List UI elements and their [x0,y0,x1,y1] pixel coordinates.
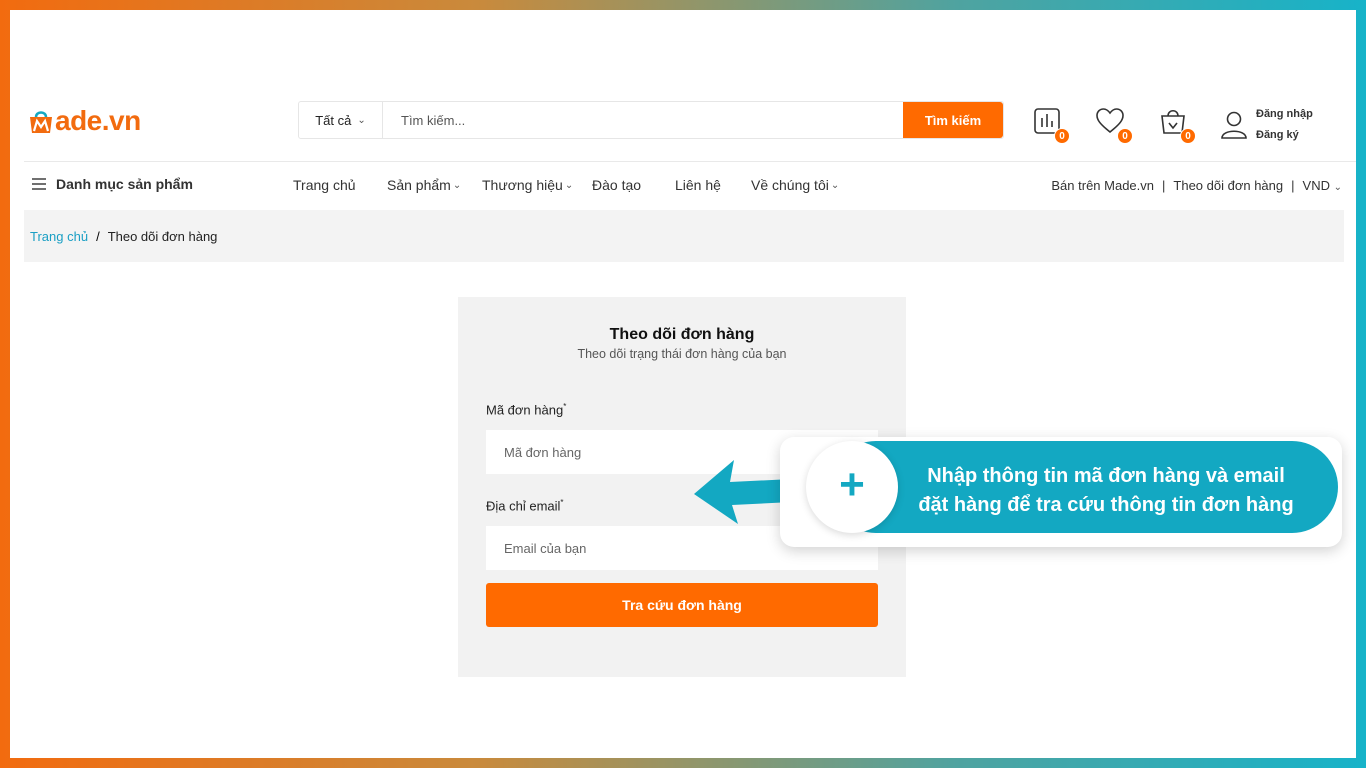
email-label: Địa chỉ email* [486,498,564,513]
search-bar: Tất cả ⌄ Tìm kiếm [298,101,1004,139]
nav-divider: | [1291,178,1295,193]
nav-item-label: Đào tạo [592,177,642,193]
callout-plus-badge: + [806,441,898,533]
form-subtitle: Theo dõi trạng thái đơn hàng của bạn [577,347,787,361]
callout-line-2: đặt hàng để tra cứu thông tin đơn hàng [918,494,1294,516]
account-links: Đăng nhập Đăng ký [1256,104,1313,146]
breadcrumb: Trang chủ / Theo dõi đơn hàng [24,210,1344,262]
breadcrumb-current: Theo dõi đơn hàng [107,228,218,244]
nav-item-brands[interactable]: Thương hiệu ⌄ [482,177,592,193]
nav-item-label: Trang chủ [293,177,356,193]
required-mark: * [563,402,567,411]
nav-item-contact[interactable]: Liên hệ [675,177,751,193]
site-logo[interactable]: ade .vn [28,105,141,136]
chevron-down-icon: ⌄ [357,114,366,126]
nav-item-label: Về chúng tôi [751,177,829,193]
nav-item-label: Liên hệ [675,177,721,193]
register-link[interactable]: Đăng ký [1256,125,1313,146]
category-menu-label: Danh mục sản phẩm [56,176,193,192]
breadcrumb-home-link[interactable]: Trang chủ [30,229,88,244]
header-divider [24,161,1356,162]
callout-line-1: Nhập thông tin mã đơn hàng và email [927,465,1285,487]
search-category-label: Tất cả [315,112,352,128]
search-button[interactable]: Tìm kiếm [903,102,1003,138]
account-menu[interactable]: Đăng nhập Đăng ký [1220,104,1313,146]
nav-item-label: Thương hiệu [482,177,563,193]
nav-item-home[interactable]: Trang chủ [293,177,387,193]
chevron-down-icon: ⌄ [564,179,574,191]
page: ade.vn Tất cả ⌄ Tìm kiếm 0 0 0 [10,10,1356,758]
order-id-label: Mã đơn hàng* [486,402,566,417]
search-category-select[interactable]: Tất cả ⌄ [299,102,383,138]
nav-items: Trang chủ Sản phẩm ⌄ Thương hiệu ⌄ Đào tạo… [293,177,839,193]
nav-item-products[interactable]: Sản phẩm ⌄ [387,177,482,193]
track-order-link[interactable]: Theo dõi đơn hàng [1173,178,1283,193]
nav-item-about[interactable]: Về chúng tôi ⌄ [751,177,839,193]
order-id-label-text: Mã đơn hàng [486,402,564,418]
track-order-submit-button[interactable]: Tra cứu đơn hàng [486,583,878,627]
callout-text: Nhập thông tin mã đơn hàng và email đặt … [886,462,1326,520]
logo-text: ade [55,105,102,136]
currency-select[interactable]: VND ⌄ [1303,178,1342,193]
currency-label: VND [1302,178,1330,193]
compare-count-badge: 0 [1054,128,1070,144]
form-title: Theo dõi đơn hàng [609,326,755,343]
wishlist-button[interactable]: 0 [1095,106,1133,144]
required-mark: * [560,498,564,507]
cart-count-badge: 0 [1180,128,1196,144]
plus-icon: + [839,460,865,509]
chevron-down-icon: ⌄ [452,179,462,191]
hamburger-icon [32,178,46,190]
nav-divider: | [1162,178,1166,193]
nav-right-links: Bán trên Made.vn | Theo dõi đơn hàng | V… [1051,178,1342,193]
sell-on-made-link[interactable]: Bán trên Made.vn [1051,178,1154,193]
nav-item-label: Sản phẩm [387,177,451,193]
login-link[interactable]: Đăng nhập [1256,104,1313,125]
shopping-bag-logo-icon [28,109,54,133]
breadcrumb-separator: / [96,228,100,244]
main-nav: Danh mục sản phẩm Trang chủ Sản phẩm ⌄ Th… [10,170,1356,210]
chevron-down-icon: ⌄ [830,179,840,191]
cart-button[interactable]: 0 [1158,106,1196,144]
logo-domain: .vn [101,105,141,136]
chevron-down-icon: ⌄ [1333,182,1342,193]
compare-button[interactable]: 0 [1032,106,1070,144]
search-input[interactable] [383,102,903,138]
user-icon [1221,111,1247,139]
wishlist-count-badge: 0 [1117,128,1133,144]
category-menu-button[interactable]: Danh mục sản phẩm [32,176,193,192]
nav-item-training[interactable]: Đào tạo [592,177,675,193]
email-label-text: Địa chỉ email [486,498,561,514]
